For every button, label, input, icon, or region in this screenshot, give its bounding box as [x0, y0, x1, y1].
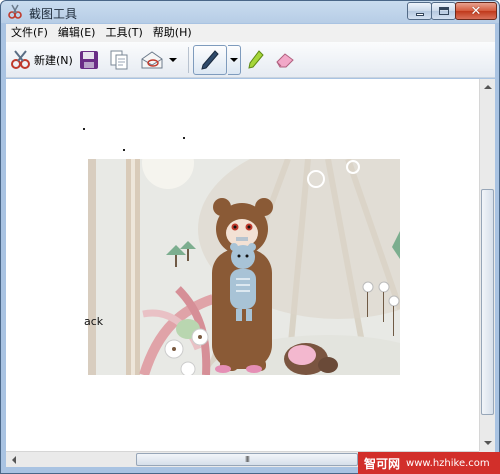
- window-title: 截图工具: [29, 7, 78, 21]
- title-bar[interactable]: 截图工具 ✕: [1, 1, 499, 23]
- close-icon: ✕: [470, 3, 482, 19]
- arrow-up-icon: [484, 85, 492, 89]
- toolbar: 新建(N): [6, 42, 495, 78]
- scroll-down-button[interactable]: [480, 435, 496, 451]
- scissors-icon: [11, 50, 30, 69]
- chevron-down-icon: [169, 58, 177, 62]
- menu-tools[interactable]: 工具(T): [100, 24, 147, 42]
- vertical-scroll-thumb[interactable]: [481, 189, 494, 415]
- chevron-down-icon: [230, 58, 238, 62]
- snip-image: [88, 159, 400, 375]
- save-button[interactable]: [79, 45, 101, 75]
- arrow-down-icon: [484, 441, 492, 445]
- pen-button[interactable]: [193, 45, 227, 75]
- envelope-icon: [141, 51, 163, 69]
- pen-icon: [201, 50, 219, 70]
- menu-bar: 文件(F) 编辑(E) 工具(T) 帮助(H): [6, 24, 495, 42]
- new-snip-label: 新建(N): [34, 54, 73, 67]
- site-watermark: 智可网 www.hzhike.com: [358, 452, 500, 474]
- scroll-up-button[interactable]: [480, 79, 496, 95]
- highlighter-icon: [248, 50, 264, 69]
- toolbar-divider: [188, 47, 189, 73]
- maximize-icon: [438, 7, 449, 15]
- snip-canvas[interactable]: ack: [6, 79, 479, 451]
- new-snip-button[interactable]: 新建(N): [10, 45, 74, 75]
- minimize-icon: [415, 12, 424, 16]
- eraser-button[interactable]: [271, 45, 299, 75]
- snipping-tool-window: 截图工具 ✕ 文件(F) 编辑(E) 工具(T) 帮助(H) 新建(N) ack…: [0, 0, 500, 474]
- scroll-left-button[interactable]: [6, 452, 22, 468]
- highlighter-button[interactable]: [245, 45, 267, 75]
- horizontal-scroll-thumb[interactable]: III: [136, 453, 358, 466]
- scissors-icon: [8, 4, 22, 19]
- bear-illustration: [88, 159, 400, 375]
- pen-dropdown-button[interactable]: [228, 45, 241, 75]
- arrow-left-icon: [12, 456, 16, 464]
- ink-dot: [183, 137, 185, 139]
- vertical-scrollbar[interactable]: [479, 79, 495, 451]
- copy-button[interactable]: [109, 45, 131, 75]
- copy-icon: [110, 50, 128, 70]
- menu-file[interactable]: 文件(F): [6, 24, 53, 42]
- eraser-icon: [276, 53, 294, 68]
- floppy-disk-icon: [80, 51, 98, 69]
- watermark-url: www.hzhike.com: [406, 457, 490, 469]
- close-button[interactable]: ✕: [455, 2, 497, 20]
- send-dropdown-button[interactable]: [169, 45, 181, 75]
- menu-edit[interactable]: 编辑(E): [53, 24, 101, 42]
- snip-text-fragment: ack: [84, 315, 104, 328]
- menu-help[interactable]: 帮助(H): [148, 24, 197, 42]
- ink-dot: [123, 149, 125, 151]
- scroll-grip-icon: III: [244, 454, 250, 464]
- maximize-button[interactable]: [431, 2, 456, 20]
- send-snip-button[interactable]: [140, 45, 168, 75]
- watermark-brand: 智可网: [364, 456, 401, 471]
- minimize-button[interactable]: [407, 2, 432, 20]
- ink-dot: [83, 128, 85, 130]
